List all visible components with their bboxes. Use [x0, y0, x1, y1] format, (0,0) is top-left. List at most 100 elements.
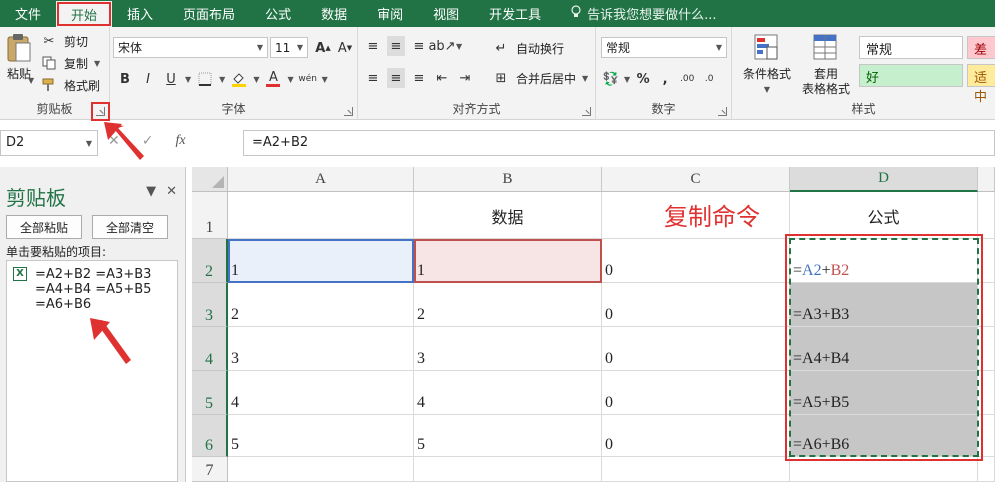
cancel-icon[interactable]: ✕: [108, 133, 120, 149]
column-header-e[interactable]: [978, 167, 995, 192]
tab-file[interactable]: 文件: [0, 0, 56, 27]
font-size-select[interactable]: 11 ▼: [270, 37, 308, 58]
copy-dropdown-arrow[interactable]: ▼: [94, 59, 100, 68]
copy-button[interactable]: 复制 ▼: [40, 53, 100, 73]
align-center-icon[interactable]: ≡: [387, 68, 405, 88]
row-header-7[interactable]: 7: [192, 457, 228, 482]
font-launcher-button[interactable]: [344, 107, 353, 116]
fill-color-icon[interactable]: [230, 69, 248, 89]
column-header-c[interactable]: C: [602, 167, 790, 192]
borders-icon[interactable]: [196, 69, 214, 89]
decrease-indent-icon[interactable]: ⇤: [433, 68, 451, 88]
style-good[interactable]: 好: [859, 64, 963, 87]
paste-all-button[interactable]: 全部粘贴: [6, 215, 82, 239]
number-launcher-button[interactable]: [718, 107, 727, 116]
tab-review[interactable]: 审阅: [362, 0, 418, 27]
clipboard-launcher-button[interactable]: [91, 102, 110, 121]
select-all-corner[interactable]: [192, 167, 228, 192]
row-header-1[interactable]: 1: [192, 192, 228, 239]
phonetic-dropdown-arrow[interactable]: ▼: [322, 75, 328, 84]
cell-d1[interactable]: 公式: [790, 192, 978, 239]
tab-insert[interactable]: 插入: [112, 0, 168, 27]
number-format-select[interactable]: 常规 ▼: [601, 37, 727, 58]
row-header-6[interactable]: 6: [192, 415, 228, 457]
decrease-font-icon[interactable]: A ▼: [336, 38, 354, 58]
cell-b2[interactable]: 1: [414, 239, 602, 283]
column-header-d[interactable]: D: [790, 167, 978, 192]
merge-center-button[interactable]: ⊞ 合并后居中 ▼: [492, 68, 589, 88]
cell-c5[interactable]: 0: [602, 371, 790, 415]
style-normal[interactable]: 常规: [859, 36, 963, 59]
cell-c4[interactable]: 0: [602, 327, 790, 371]
cell-a3[interactable]: 2: [228, 283, 414, 327]
column-header-a[interactable]: A: [228, 167, 414, 192]
cell-b3[interactable]: 2: [414, 283, 602, 327]
underline-dropdown-arrow[interactable]: ▼: [185, 75, 191, 84]
align-left-icon[interactable]: ≡: [364, 68, 382, 88]
close-icon[interactable]: ✕: [166, 184, 177, 199]
comma-icon[interactable]: ,: [656, 69, 674, 89]
increase-font-icon[interactable]: A ▲: [314, 38, 332, 58]
font-name-select[interactable]: 宋体 ▼: [113, 37, 268, 58]
currency-dropdown-arrow[interactable]: ▼: [624, 75, 630, 84]
cell-b6[interactable]: 5: [414, 415, 602, 457]
format-painter-button[interactable]: 格式刷: [40, 75, 100, 95]
currency-icon[interactable]: 💱: [602, 69, 620, 89]
column-header-b[interactable]: B: [414, 167, 602, 192]
underline-icon[interactable]: U: [162, 69, 180, 89]
percent-icon[interactable]: %: [634, 69, 652, 89]
cell-a7[interactable]: [228, 457, 414, 482]
bold-icon[interactable]: B: [116, 69, 134, 89]
borders-dropdown-arrow[interactable]: ▼: [219, 75, 225, 84]
cell-a4[interactable]: 3: [228, 327, 414, 371]
clipboard-item[interactable]: X =A2+B2 =A3+B3 =A4+B4 =A5+B5 =A6+B6: [6, 260, 178, 482]
italic-icon[interactable]: I: [139, 69, 157, 89]
confirm-icon[interactable]: ✓: [142, 133, 154, 149]
cell-b4[interactable]: 3: [414, 327, 602, 371]
insert-function-icon[interactable]: fx: [175, 133, 185, 149]
row-header-3[interactable]: 3: [192, 283, 228, 327]
tab-data[interactable]: 数据: [306, 0, 362, 27]
cell-a2[interactable]: 1: [228, 239, 414, 283]
tab-formulas[interactable]: 公式: [250, 0, 306, 27]
style-bad[interactable]: 差: [967, 36, 995, 59]
orientation-icon[interactable]: ab↗: [428, 36, 455, 56]
font-color-dropdown-arrow[interactable]: ▼: [287, 75, 293, 84]
cell-c3[interactable]: 0: [602, 283, 790, 327]
style-neutral[interactable]: 适中: [967, 64, 995, 105]
align-middle-icon[interactable]: ≡: [387, 36, 405, 56]
paste-dropdown-arrow[interactable]: ▼: [28, 76, 34, 85]
tell-me-search[interactable]: 告诉我您想要做什么...: [556, 0, 717, 27]
row-header-5[interactable]: 5: [192, 371, 228, 415]
table-format-button[interactable]: 套用 表格格式: [796, 33, 856, 97]
tab-view[interactable]: 视图: [418, 0, 474, 27]
increase-indent-icon[interactable]: ⇥: [456, 68, 474, 88]
align-right-icon[interactable]: ≡: [410, 68, 428, 88]
row-header-4[interactable]: 4: [192, 327, 228, 371]
cell-c2[interactable]: 0: [602, 239, 790, 283]
align-bottom-icon[interactable]: ≡: [410, 36, 428, 56]
cell-a5[interactable]: 4: [228, 371, 414, 415]
tab-developer[interactable]: 开发工具: [474, 0, 556, 27]
wrap-text-button[interactable]: ↵ 自动换行: [492, 38, 564, 58]
fill-color-dropdown-arrow[interactable]: ▼: [253, 75, 259, 84]
formula-input[interactable]: =A2+B2: [243, 130, 995, 156]
conditional-format-button[interactable]: 条件格式 ▼: [740, 33, 794, 97]
cut-button[interactable]: ✂ 剪切: [40, 31, 88, 51]
font-color-icon[interactable]: A: [264, 69, 282, 89]
row-header-2[interactable]: 2: [192, 239, 228, 283]
cell-c7[interactable]: [602, 457, 790, 482]
pane-options-icon[interactable]: ▼: [146, 184, 156, 199]
clear-all-button[interactable]: 全部清空: [92, 215, 168, 239]
cell-c6[interactable]: 0: [602, 415, 790, 457]
paste-button[interactable]: 粘贴: [4, 33, 34, 82]
orientation-dropdown-arrow[interactable]: ▼: [456, 42, 462, 51]
align-top-icon[interactable]: ≡: [364, 36, 382, 56]
tab-home[interactable]: 开始: [56, 1, 113, 27]
decrease-decimal-icon[interactable]: .0: [700, 69, 718, 89]
tab-page-layout[interactable]: 页面布局: [168, 0, 250, 27]
alignment-launcher-button[interactable]: [582, 107, 591, 116]
cell-b1[interactable]: 数据: [414, 192, 602, 239]
cell-b7[interactable]: [414, 457, 602, 482]
name-box[interactable]: D2 ▼: [0, 130, 98, 156]
